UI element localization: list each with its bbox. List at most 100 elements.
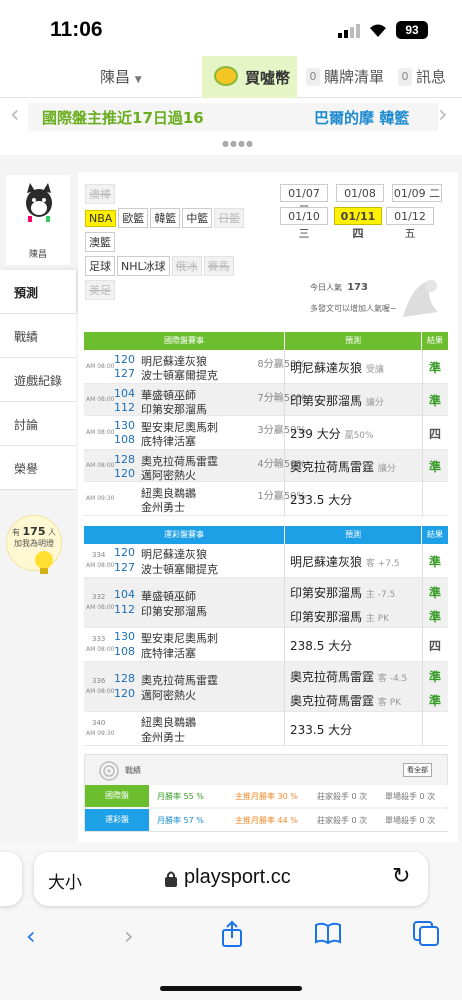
single-killer: 單場殺手 0 次 — [385, 792, 436, 801]
text-size-button[interactable]: 大小 — [48, 868, 82, 893]
column-divider — [422, 628, 423, 662]
user-name: 陳昌 — [100, 68, 131, 86]
wifi-icon — [370, 24, 386, 37]
prediction-note: 贏50% — [344, 431, 374, 441]
chevron-left-icon[interactable]: ‹ — [10, 100, 20, 128]
prediction-note: 主 -7.5 — [365, 590, 396, 600]
date-tab-selected[interactable]: 01/11 四 — [334, 207, 382, 240]
popularity-note: 多發文可以增加人氣喔~ — [310, 304, 397, 313]
ticker-headline-left[interactable]: 國際盤主推近17日過16 — [42, 107, 204, 128]
column-divider — [422, 662, 423, 712]
team-number: 120 — [114, 353, 135, 366]
team-name: 聖安東尼奧馬刺 — [141, 632, 218, 645]
result: 四 — [429, 427, 442, 441]
forward-icon[interactable]: › — [124, 922, 134, 950]
tabs-icon[interactable] — [412, 920, 440, 946]
ticker-strip: 國際盤主推近17日過16 巴爾的摩 韓籃 — [28, 103, 438, 131]
bookmarks-icon[interactable] — [314, 922, 342, 944]
address-bar[interactable]: 大小 playsport.cc ↻ — [34, 852, 428, 906]
chevron-right-icon[interactable]: › — [438, 100, 448, 128]
date-tab[interactable]: 01/12 五 — [386, 207, 434, 240]
game-time: AM 08:00 — [86, 462, 115, 469]
column-divider — [284, 482, 285, 516]
team-name: 印第安那溜馬 — [141, 605, 207, 618]
intl-head-pred: 預測 — [285, 332, 421, 350]
prediction-pick: 奧克拉荷馬雷霆 — [290, 694, 375, 708]
messages-link[interactable]: 0 訊息 — [398, 66, 446, 87]
prediction: 奧克拉荷馬雷霆 客 -4.5 — [290, 668, 414, 685]
table-row: 340 AM 09:30 紐奧良鵜鶘 金州勇士 233.5 大分 — [84, 712, 448, 746]
game-seq: 336 — [92, 677, 106, 685]
column-divider — [422, 544, 423, 578]
prediction-note: 主 PK — [365, 614, 390, 624]
column-divider — [284, 544, 285, 578]
sidebar-item-honor[interactable]: 榮譽 — [0, 446, 76, 490]
sport-chip[interactable]: 歐籃 — [118, 208, 149, 228]
sport-chip[interactable]: 中籃 — [182, 208, 213, 228]
back-icon[interactable]: ‹ — [26, 922, 36, 950]
date-tab[interactable]: 01/08 一 — [336, 184, 384, 217]
reload-icon[interactable]: ↻ — [392, 864, 410, 889]
popularity: 今日人氣 173 — [310, 282, 368, 293]
table-row: 332 AM 08:00 104 112 華盛頓巫師 印第安那溜馬 印第安那溜馬 主 -7.… — [84, 578, 448, 628]
user-menu[interactable]: 陳昌 ▼ — [100, 66, 142, 87]
profile-card: 陳昌 — [6, 175, 70, 265]
column-divider — [284, 712, 285, 746]
prediction-pick: 239 大分 — [290, 427, 341, 441]
buy-coins-button[interactable]: 買噓幣 — [202, 56, 297, 98]
date-tab[interactable]: 01/07 日 — [280, 184, 328, 217]
sport-chip[interactable]: 韓籃 — [150, 208, 181, 228]
sidebar-item-record[interactable]: 戰績 — [0, 314, 76, 358]
prediction: 奧克拉荷馬雷霆 讓分 — [290, 458, 396, 475]
team-name: 華盛頓巫師 — [141, 590, 196, 603]
team-name: 明尼蘇達灰狼 — [141, 548, 207, 561]
url-text[interactable]: playsport.cc — [184, 866, 291, 889]
column-divider — [284, 416, 285, 450]
prediction-note: 客 +7.5 — [365, 559, 400, 569]
intl-table: 國際盤賽事 預測 結果 AM 08:00 120 127 明尼蘇達灰狼 波士頓塞爾提克 8… — [78, 332, 458, 516]
sidebar-item-prediction[interactable]: 預測 — [0, 270, 76, 314]
result: 準 — [429, 586, 442, 600]
previous-tab-preview[interactable] — [0, 852, 22, 906]
team-name: 波士頓塞爾提克 — [141, 563, 218, 576]
game-seq: 340 — [92, 719, 106, 727]
purchase-count: 0 — [306, 68, 320, 86]
prediction-note: 讓分 — [377, 464, 396, 474]
result: 準 — [429, 555, 442, 569]
sport-chip[interactable]: 足球 — [85, 256, 115, 276]
date-tab[interactable]: 01/09 二 — [392, 184, 442, 202]
team-number: 120 — [114, 687, 135, 700]
game-time: AM 08:00 — [86, 363, 115, 370]
sidebar-item-discussion[interactable]: 討論 — [0, 402, 76, 446]
game-seq: 332 — [92, 593, 106, 601]
team-name: 邁阿密熱火 — [141, 469, 196, 482]
ticker-headline-right[interactable]: 巴爾的摩 韓籃 — [314, 107, 409, 128]
game-seq: 334 — [92, 551, 106, 559]
result: 準 — [429, 694, 442, 708]
date-tab[interactable]: 01/10 三 — [280, 207, 328, 240]
record-summary: 戰績 看全部 國際盤 月勝率 55 % 主推月勝率 30 % 莊家殺手 0 次 … — [84, 754, 449, 832]
prediction-pick: 明尼蘇達灰狼 — [290, 361, 363, 375]
purchase-list-link[interactable]: 0 購牌清單 — [306, 66, 384, 87]
game-time: AM 09:30 — [86, 730, 115, 737]
sidebar-item-game-log[interactable]: 遊戲紀錄 — [0, 358, 76, 402]
lottery-table: 運彩盤賽事 預測 結果 334 AM 08:00 120 127 明尼蘇達灰狼 波士頓塞爾… — [78, 526, 458, 746]
lottery-head-pred: 預測 — [285, 526, 421, 544]
team-number: 120 — [114, 546, 135, 559]
prediction: 明尼蘇達灰狼 客 +7.5 — [290, 553, 400, 570]
view-all-button[interactable]: 看全部 — [403, 763, 432, 777]
intl-head-res: 結果 — [422, 332, 448, 350]
monthly-win-rate: 月勝率 57 % — [157, 816, 204, 825]
sport-chip: 賽馬 — [203, 256, 234, 276]
fans-text: 加我為明燈 — [14, 539, 54, 548]
mascot-illustration — [403, 280, 438, 317]
sport-chip-nba[interactable]: NBA — [85, 210, 117, 227]
battery-icon: 93 — [396, 21, 428, 39]
sport-chip[interactable]: NHL冰球 — [117, 256, 170, 276]
carousel-dots: ●●●● — [222, 139, 254, 148]
team-name: 金州勇士 — [141, 501, 185, 514]
team-number: 108 — [114, 645, 135, 658]
sport-chip[interactable]: 澳籃 — [85, 232, 115, 252]
game-time: AM 08:00 — [86, 429, 115, 436]
share-icon[interactable] — [220, 920, 244, 948]
